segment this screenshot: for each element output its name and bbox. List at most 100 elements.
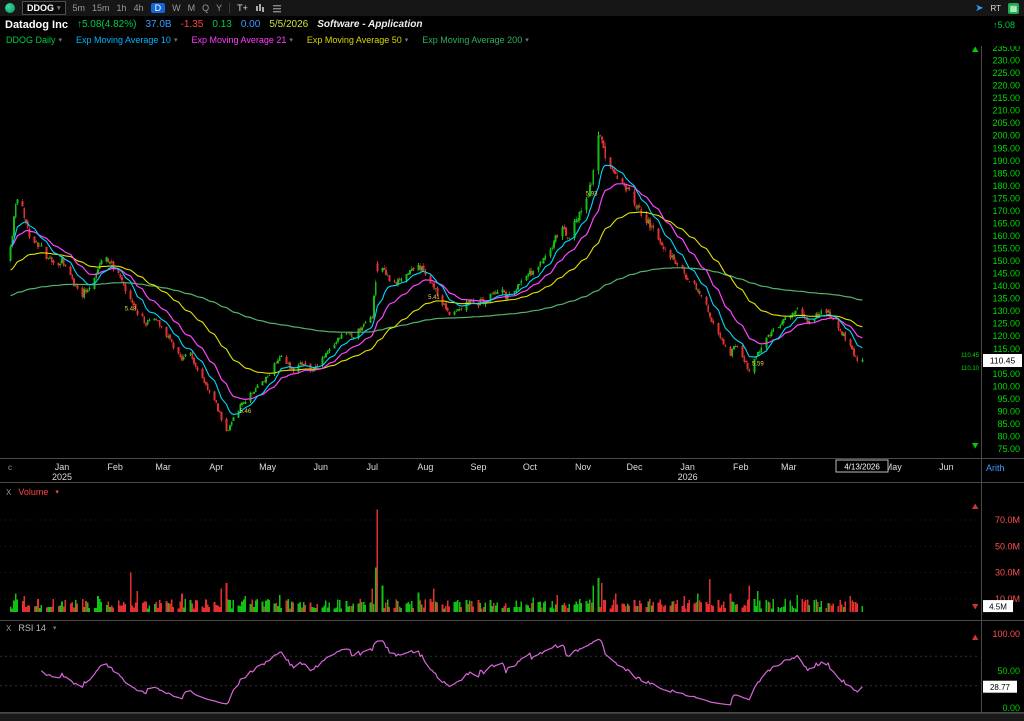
realtime-badge: RT — [990, 4, 1001, 13]
chevron-down-icon: ▾ — [289, 36, 293, 44]
chevron-down-icon: ▾ — [53, 624, 57, 632]
svg-text:95.00: 95.00 — [997, 394, 1020, 404]
svg-text:5.59: 5.59 — [752, 362, 764, 368]
svg-text:30.0M: 30.0M — [995, 568, 1020, 578]
symbol-selector[interactable]: DDOG ▾ — [22, 1, 66, 15]
timeframe-1h[interactable]: 1h — [117, 3, 127, 13]
svg-text:160.00: 160.00 — [992, 231, 1020, 241]
svg-text:28.77: 28.77 — [990, 683, 1011, 692]
svg-text:85.00: 85.00 — [997, 419, 1020, 429]
svg-text:135.00: 135.00 — [992, 294, 1020, 304]
svg-text:2026: 2026 — [678, 472, 698, 482]
stat-value-red: -1.35 — [181, 19, 204, 30]
timeframe-5m[interactable]: 5m — [73, 3, 86, 13]
svg-text:200.00: 200.00 — [992, 131, 1020, 141]
svg-text:c: c — [8, 463, 12, 472]
chevron-down-icon: ▾ — [525, 36, 529, 44]
rsi-panel-header: X RSI 14 ▾ — [6, 623, 56, 633]
svg-text:110.45: 110.45 — [961, 353, 980, 359]
close-panel-button[interactable]: X — [6, 488, 11, 497]
close-panel-button[interactable]: X — [6, 624, 11, 633]
svg-text:150.00: 150.00 — [992, 256, 1020, 266]
rsi-axis[interactable]: 100.00 50.00 0.00 28.77 — [972, 629, 1020, 713]
svg-text:100.00: 100.00 — [992, 629, 1020, 639]
svg-text:Feb: Feb — [733, 462, 749, 472]
timeframe-weekly[interactable]: W — [172, 3, 181, 13]
legend-ema10[interactable]: Exp Moving Average 10 ▾ — [76, 35, 177, 45]
send-icon[interactable]: ➤ — [975, 3, 983, 14]
svg-text:Dec: Dec — [626, 462, 643, 472]
layout-grid-icon[interactable]: ▦ — [1008, 3, 1019, 14]
svg-text:210.00: 210.00 — [992, 106, 1020, 116]
legend-ema21[interactable]: Exp Moving Average 21 ▾ — [191, 35, 292, 45]
svg-text:175.00: 175.00 — [992, 193, 1020, 203]
svg-text:Aug: Aug — [417, 462, 433, 472]
svg-text:Jan: Jan — [55, 462, 70, 472]
symbol-label: DDOG — [27, 3, 54, 13]
svg-text:5.46: 5.46 — [240, 409, 252, 415]
svg-text:70.0M: 70.0M — [995, 515, 1020, 525]
indicator-list-icon[interactable] — [272, 3, 282, 13]
svg-text:Nov: Nov — [575, 462, 592, 472]
chevron-down-icon: ▾ — [174, 36, 178, 44]
volume-panel-title[interactable]: Volume — [18, 487, 48, 497]
volume-axis[interactable]: 70.0M50.0M30.0M10.0M4.5M — [972, 504, 1020, 613]
timeframe-quarterly[interactable]: Q — [202, 3, 209, 13]
svg-text:5.41: 5.41 — [428, 295, 440, 301]
svg-text:185.00: 185.00 — [992, 168, 1020, 178]
svg-text:Jun: Jun — [939, 462, 954, 472]
stat-value-green: 0.13 — [212, 19, 231, 30]
svg-text:Jan: Jan — [680, 462, 695, 472]
trade-plus-button[interactable]: T+ — [237, 3, 248, 13]
axis-change-label: ↑5.08 — [993, 20, 1019, 30]
indicator-legend: DDOG Daily ▾ Exp Moving Average 10 ▾ Exp… — [0, 33, 1024, 46]
svg-text:4.5M: 4.5M — [989, 603, 1007, 612]
svg-text:115.00: 115.00 — [993, 344, 1020, 354]
earnings-date: 5/5/2026 — [269, 19, 308, 30]
price-change: ↑5.08(4.82%) — [77, 19, 136, 30]
svg-text:205.00: 205.00 — [992, 118, 1020, 128]
rsi-line — [41, 639, 862, 705]
volume-bars — [10, 510, 863, 613]
svg-text:140.00: 140.00 — [992, 281, 1020, 291]
svg-text:130.00: 130.00 — [992, 306, 1020, 316]
sector-label: Software - Application — [317, 19, 422, 30]
candlestick-style-icon[interactable] — [255, 3, 265, 13]
app-logo-icon[interactable] — [5, 3, 15, 13]
legend-ema200[interactable]: Exp Moving Average 200 ▾ — [422, 35, 528, 45]
svg-text:50.0M: 50.0M — [995, 541, 1020, 551]
svg-text:225.00: 225.00 — [992, 68, 1020, 78]
svg-text:165.00: 165.00 — [992, 218, 1020, 228]
svg-text:125.00: 125.00 — [992, 319, 1020, 329]
timeframe-4h[interactable]: 4h — [134, 3, 144, 13]
legend-main-series[interactable]: DDOG Daily ▾ — [6, 35, 62, 45]
rsi-panel-title[interactable]: RSI 14 — [18, 623, 46, 633]
price-axis[interactable]: 235.00230.00225.00220.00215.00210.00205.… — [972, 43, 1020, 454]
svg-text:Arith: Arith — [986, 463, 1005, 473]
svg-text:4/13/2026: 4/13/2026 — [844, 463, 880, 472]
timeframe-15m[interactable]: 15m — [92, 3, 110, 13]
svg-text:110.45: 110.45 — [990, 356, 1016, 366]
timeframe-monthly[interactable]: M — [188, 3, 196, 13]
svg-text:190.00: 190.00 — [992, 156, 1020, 166]
svg-text:215.00: 215.00 — [992, 93, 1020, 103]
market-cap: 37.0B — [145, 19, 171, 30]
legend-ema50[interactable]: Exp Moving Average 50 ▾ — [307, 35, 408, 45]
toolbar-divider — [229, 3, 230, 13]
timeframe-yearly[interactable]: Y — [216, 3, 222, 13]
timeframe-daily[interactable]: D — [151, 3, 166, 13]
svg-text:May: May — [259, 462, 277, 472]
chevron-down-icon: ▾ — [57, 4, 61, 12]
svg-text:100.00: 100.00 — [992, 381, 1020, 391]
bottom-panel-stub — [0, 713, 1024, 721]
svg-text:50.00: 50.00 — [997, 666, 1020, 676]
svg-text:Mar: Mar — [155, 462, 171, 472]
chevron-down-icon: ▾ — [59, 36, 63, 44]
charting-app-window: 5.485.465.415.935.59235.00230.00225.0022… — [0, 0, 1024, 721]
date-axis[interactable]: Jan2025FebMarAprMayJunJulAugSepOctNovDec… — [8, 460, 1005, 482]
svg-text:80.00: 80.00 — [997, 431, 1020, 441]
svg-text:0.00: 0.00 — [1002, 703, 1020, 713]
svg-text:5.93: 5.93 — [586, 191, 598, 197]
legend-main-label: DDOG Daily — [6, 35, 56, 45]
chart-canvas[interactable]: 5.485.465.415.935.59235.00230.00225.0022… — [0, 0, 1024, 721]
